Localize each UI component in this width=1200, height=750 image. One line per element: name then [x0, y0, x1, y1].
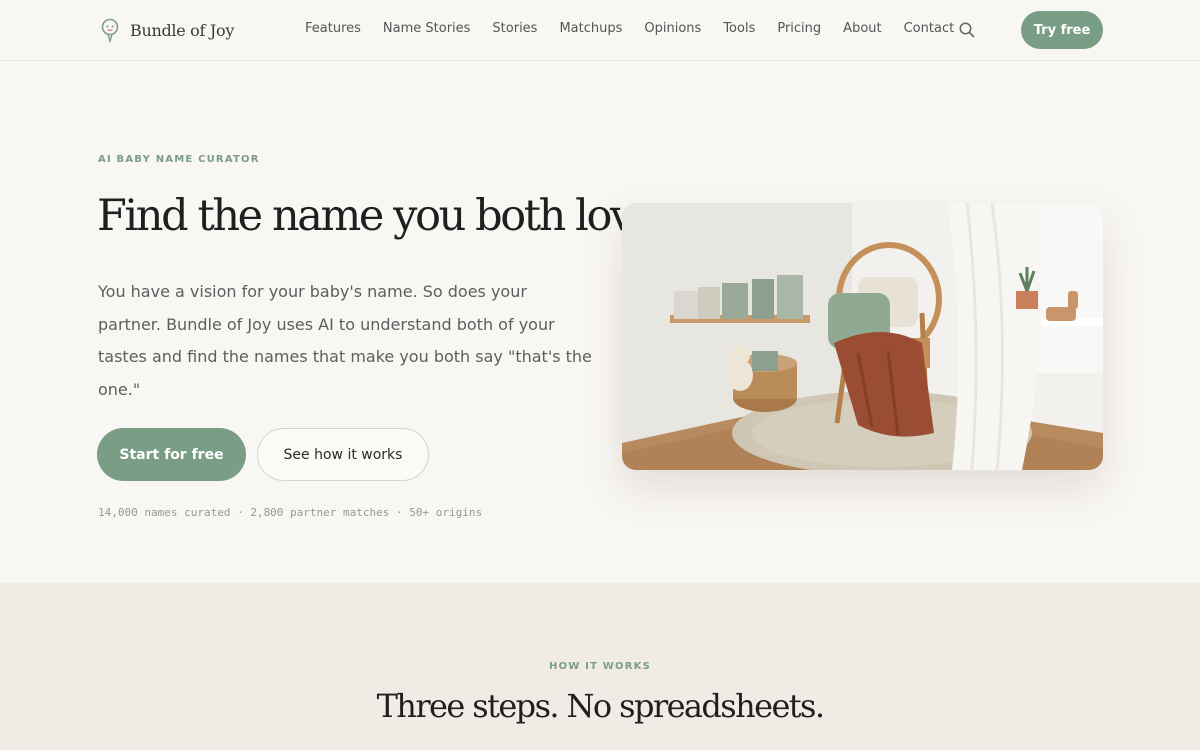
hero-description: You have a vision for your baby's name. …	[98, 282, 592, 399]
hero-title: Find the name you both love	[97, 191, 657, 241]
nav-item-name-stories[interactable]: Name Stories	[383, 19, 471, 39]
how-title: Three steps. No spreadsheets.	[376, 687, 825, 725]
start-for-free-button[interactable]: Start for free	[97, 428, 246, 481]
search-icon[interactable]	[958, 21, 976, 39]
nursery-photo	[622, 203, 1103, 470]
nav-item-opinions[interactable]: Opinions	[644, 19, 701, 39]
nav-item-matchups[interactable]: Matchups	[559, 19, 622, 39]
brand-name: Bundle of Joy	[130, 20, 235, 40]
try-free-button[interactable]: Try free	[1021, 11, 1103, 49]
nav-item-about[interactable]: About	[843, 19, 881, 39]
hero-stats: 14,000 names curated · 2,800 partner mat…	[98, 506, 483, 519]
baby-face-icon	[101, 18, 119, 43]
nursery-illustration	[622, 203, 1103, 470]
how-it-works-section: HOW IT WORKS Three steps. No spreadsheet…	[0, 583, 1200, 750]
see-how-it-works-button[interactable]: See how it works	[257, 428, 429, 481]
nav-item-features[interactable]: Features	[305, 19, 361, 39]
nav-item-stories[interactable]: Stories	[492, 19, 537, 39]
nav-item-pricing[interactable]: Pricing	[777, 19, 821, 39]
nav-item-contact[interactable]: Contact	[904, 19, 955, 39]
brand-logo[interactable]: Bundle of Joy	[100, 16, 234, 44]
hero-section: AI BABY NAME CURATOR Find the name you b…	[0, 61, 1200, 583]
main-nav: Features Name Stories Stories Matchups O…	[305, 19, 976, 39]
nav-item-tools[interactable]: Tools	[723, 19, 755, 39]
site-header: Bundle of Joy Features Name Stories Stor…	[0, 0, 1200, 61]
hero-eyebrow: AI BABY NAME CURATOR	[98, 154, 260, 165]
how-eyebrow: HOW IT WORKS	[549, 661, 651, 672]
